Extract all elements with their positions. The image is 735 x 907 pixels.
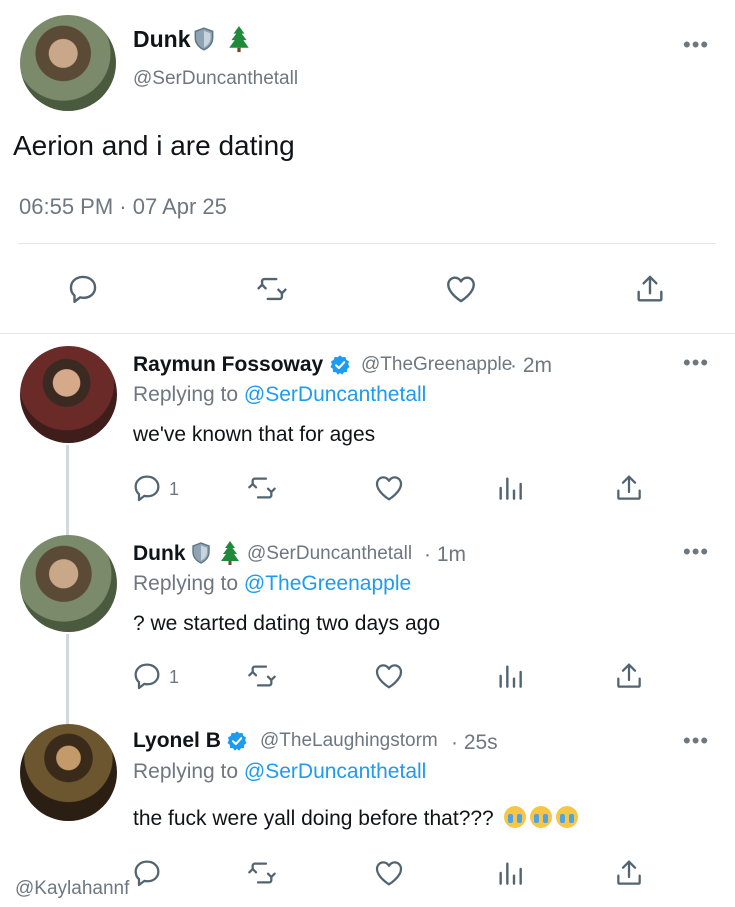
avatar[interactable] [20, 15, 116, 111]
replying-prefix: Replying to [133, 760, 239, 783]
tweet-text: Aerion and i are dating [13, 130, 295, 161]
verified-badge-icon [226, 730, 248, 752]
replying-to-link[interactable]: @SerDuncanthetall [244, 383, 426, 406]
divider [0, 333, 735, 334]
tree-icon [218, 540, 242, 566]
thread-line [66, 445, 69, 537]
reply-time[interactable]: · 25s [451, 731, 498, 755]
replying-to: Replying to @TheGreenapple [133, 572, 411, 596]
shield-icon [189, 541, 213, 565]
tree-icon [226, 25, 252, 53]
replying-to: Replying to @SerDuncanthetall [133, 383, 426, 407]
avatar[interactable] [20, 724, 117, 821]
retweet-icon[interactable] [246, 472, 278, 504]
like-icon[interactable] [373, 472, 405, 504]
share-icon[interactable] [613, 660, 645, 692]
retweet-icon[interactable] [246, 660, 278, 692]
replying-prefix: Replying to [133, 383, 239, 406]
crying-face-emoji [555, 806, 578, 828]
crying-face-emoji [529, 806, 552, 828]
reply-text: we've known that for ages [133, 423, 376, 446]
reply-time[interactable]: · 1m [424, 543, 466, 567]
avatar[interactable] [20, 346, 117, 443]
replying-prefix: Replying to [133, 572, 239, 595]
reply-text: the fuck were yall doing before that??? [133, 807, 494, 830]
retweet-icon[interactable] [255, 272, 289, 306]
author-name[interactable]: Dunk [133, 26, 191, 53]
thread-line [66, 634, 69, 724]
reply-count: 1 [169, 667, 180, 687]
reply-icon[interactable] [131, 472, 163, 504]
reply-icon[interactable] [131, 660, 163, 692]
reply-icon[interactable] [131, 857, 163, 889]
reply-time[interactable]: · 2m [510, 354, 552, 378]
replying-to: Replying to @SerDuncanthetall [133, 760, 426, 784]
more-options-icon[interactable]: ••• [683, 541, 709, 563]
shield-icon [191, 26, 217, 52]
author-handle[interactable]: @SerDuncanthetall [247, 543, 412, 565]
verified-badge-icon [329, 354, 351, 376]
avatar[interactable] [20, 535, 117, 632]
analytics-icon[interactable] [494, 472, 526, 504]
more-options-icon[interactable]: ••• [683, 34, 709, 56]
reply-text: ? we started dating two days ago [133, 612, 441, 635]
author-name[interactable]: Dunk [133, 542, 186, 566]
reply-icon[interactable] [66, 272, 100, 306]
crying-face-emoji [503, 806, 526, 828]
like-icon[interactable] [373, 857, 405, 889]
divider [18, 243, 716, 244]
analytics-icon[interactable] [494, 660, 526, 692]
author-name[interactable]: Raymun Fossoway [133, 353, 323, 377]
replying-to-link[interactable]: @SerDuncanthetall [244, 760, 426, 783]
share-icon[interactable] [613, 857, 645, 889]
like-icon[interactable] [373, 660, 405, 692]
analytics-icon[interactable] [494, 857, 526, 889]
author-handle[interactable]: @SerDuncanthetall [133, 68, 298, 90]
retweet-icon[interactable] [246, 857, 278, 889]
author-handle[interactable]: @TheLaughingstorm [260, 730, 438, 752]
tweet-timestamp[interactable]: 06:55 PM · 07 Apr 25 [19, 194, 227, 220]
like-icon[interactable] [444, 272, 478, 306]
more-options-icon[interactable]: ••• [683, 352, 709, 374]
share-icon[interactable] [613, 472, 645, 504]
more-options-icon[interactable]: ••• [683, 730, 709, 752]
replying-to-link[interactable]: @TheGreenapple [244, 572, 411, 595]
watermark: @Kaylahannf [15, 878, 130, 899]
reply-count: 1 [169, 479, 180, 499]
author-handle[interactable]: @TheGreenapple [361, 354, 512, 376]
author-name[interactable]: Lyonel B [133, 729, 221, 753]
reply-text-row: the fuck were yall doing before that??? [133, 806, 578, 831]
share-icon[interactable] [633, 272, 667, 306]
